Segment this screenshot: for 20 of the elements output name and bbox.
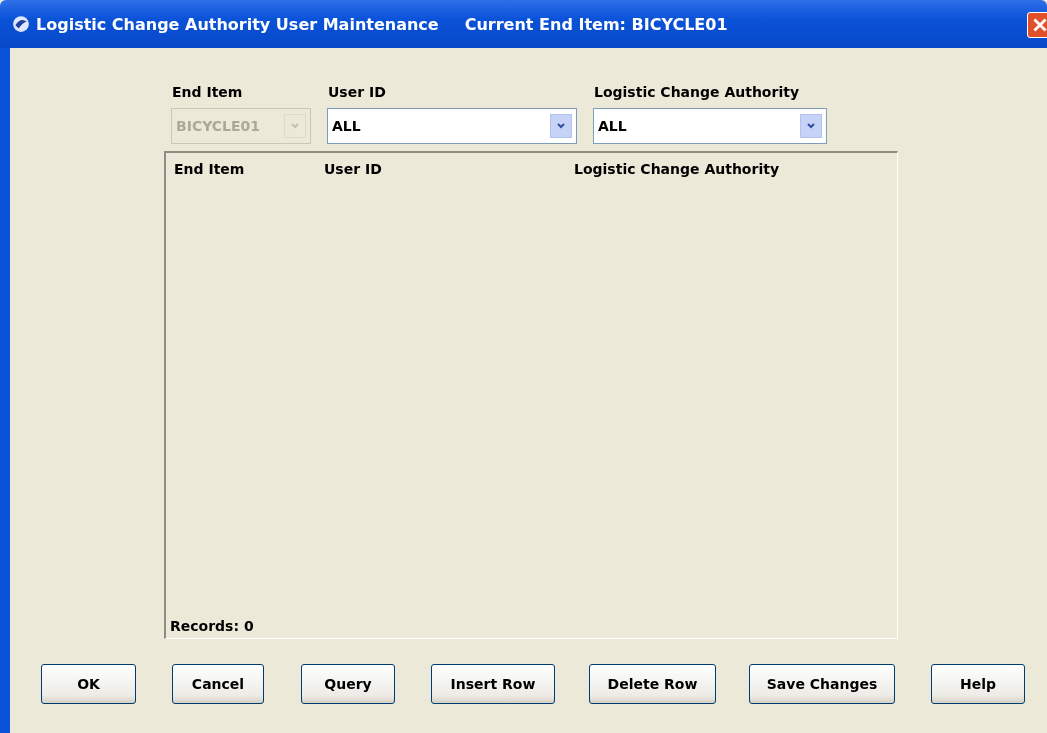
action-button[interactable]: Delete Row <box>589 664 716 704</box>
action-button[interactable]: Cancel <box>172 664 264 704</box>
action-button[interactable]: Query <box>301 664 395 704</box>
column-header: Logistic Change Authority <box>574 161 780 177</box>
action-button[interactable]: Insert Row <box>431 664 555 704</box>
window-title: Logistic Change Authority User Maintenance <box>36 14 439 34</box>
filter-label: Logistic Change Authority <box>594 84 800 100</box>
filter-label: End Item <box>172 84 244 100</box>
action-button[interactable]: Help <box>931 664 1025 704</box>
column-header: End Item <box>174 161 246 177</box>
window-subtitle: Current End Item: BICYCLE01 <box>464 14 728 34</box>
action-button[interactable]: OK <box>41 664 136 704</box>
app-icon <box>12 15 30 33</box>
records-count: Records: 0 <box>170 618 255 634</box>
column-header: User ID <box>324 161 383 177</box>
filter-label: User ID <box>328 84 387 100</box>
action-button[interactable]: Save Changes <box>749 664 895 704</box>
dropdown-field[interactable]: ALL <box>327 108 577 144</box>
dropdown-field[interactable]: ALL <box>593 108 827 144</box>
close-button[interactable] <box>1027 12 1047 38</box>
